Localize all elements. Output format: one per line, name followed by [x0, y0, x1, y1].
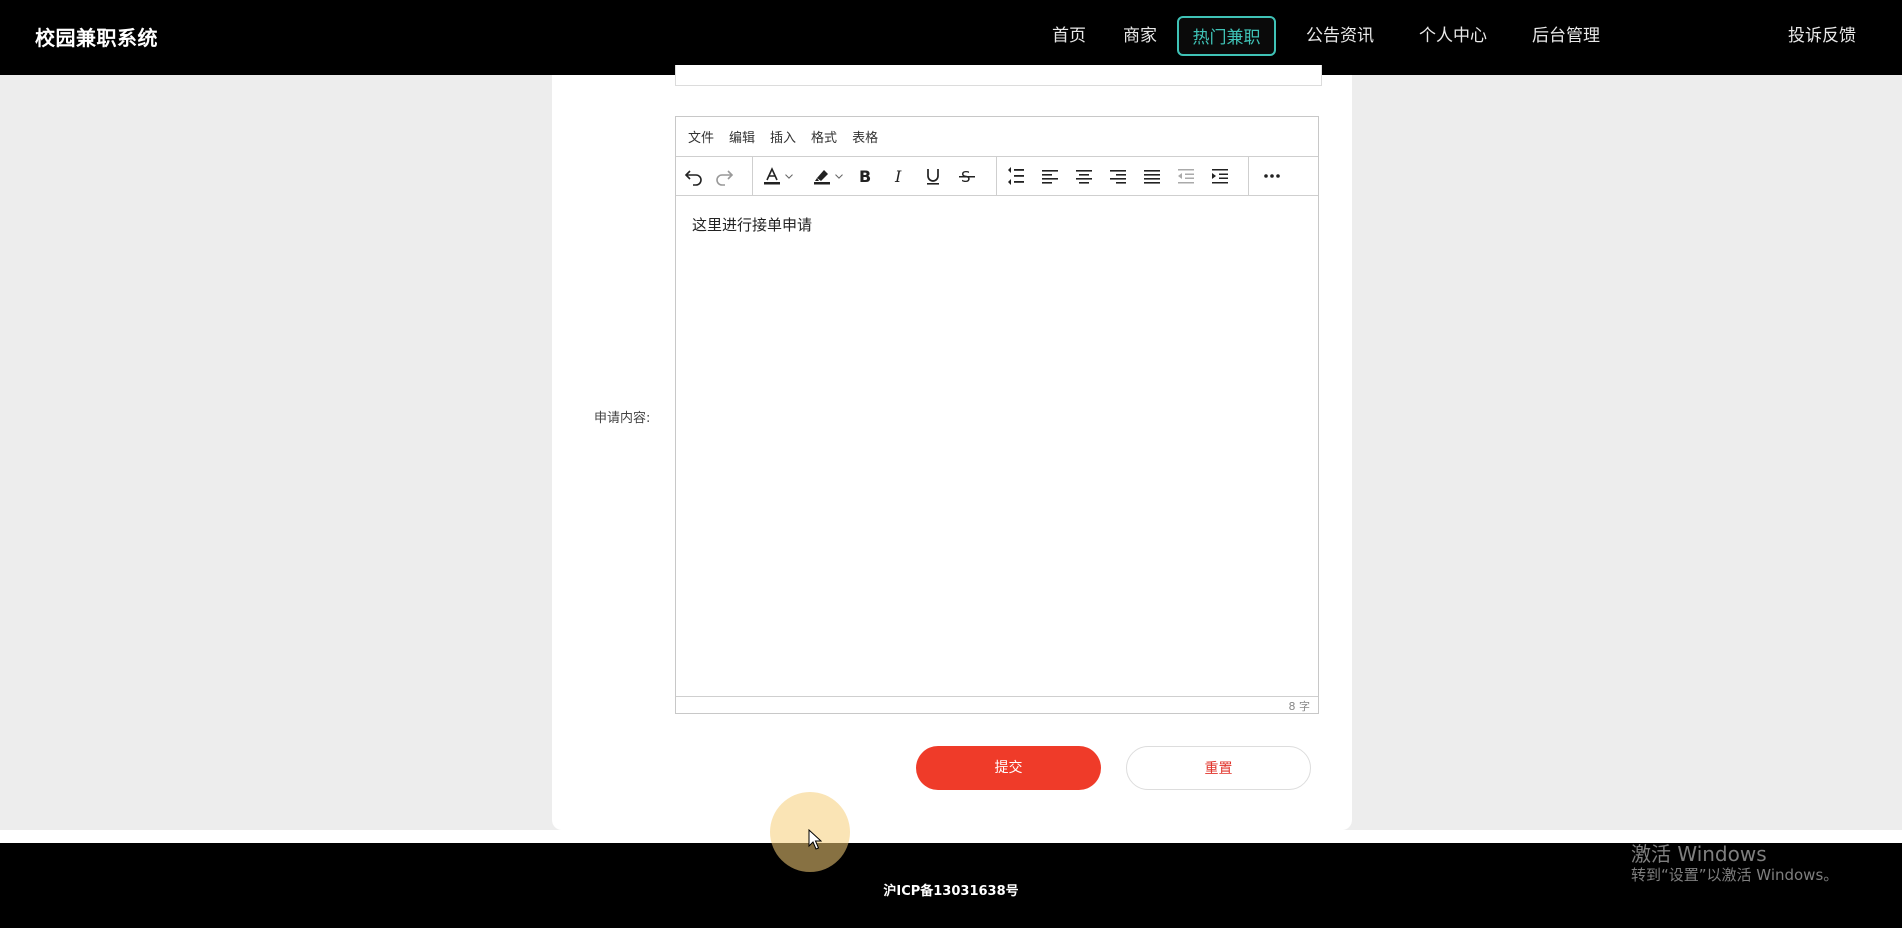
strikethrough-icon[interactable]: S	[953, 162, 981, 190]
toolbar-divider	[1248, 157, 1249, 195]
svg-text:B: B	[859, 167, 871, 186]
align-right-icon[interactable]	[1104, 162, 1132, 190]
editor-content-text[interactable]: 这里进行接单申请	[692, 214, 812, 235]
editor-menubar: 文件 编辑 插入 格式 表格	[676, 117, 1318, 157]
outdent-icon[interactable]	[1172, 162, 1200, 190]
footer-spacer	[0, 830, 1902, 843]
toolbar-divider	[752, 157, 753, 195]
redo-icon[interactable]	[710, 162, 738, 190]
activation-watermark-hint: 转到“设置”以激活 Windows。	[1631, 866, 1839, 884]
nav-admin[interactable]: 后台管理	[1526, 16, 1606, 56]
menu-file[interactable]: 文件	[688, 127, 714, 146]
align-center-icon[interactable]	[1070, 162, 1098, 190]
nav-feedback[interactable]: 投诉反馈	[1782, 16, 1862, 56]
word-count: 8 字	[1288, 700, 1311, 713]
nav-merchants[interactable]: 商家	[1115, 16, 1165, 56]
italic-icon[interactable]: I	[885, 162, 913, 190]
site-title: 校园兼职系统	[35, 26, 158, 50]
editor-toolbar: B I S	[676, 157, 1318, 196]
rich-text-editor: 文件 编辑 插入 格式 表格 B I S 这里进行接单申请 8 字	[675, 116, 1319, 714]
reset-button[interactable]: 重置	[1126, 746, 1311, 790]
toolbar-divider	[996, 157, 997, 195]
underline-icon[interactable]	[919, 162, 947, 190]
nav-personal-center[interactable]: 个人中心	[1413, 16, 1493, 56]
menu-edit[interactable]: 编辑	[729, 127, 755, 146]
svg-text:I: I	[894, 167, 902, 186]
nav-hot-jobs[interactable]: 热门兼职	[1177, 16, 1276, 56]
menu-format[interactable]: 格式	[811, 127, 837, 146]
content-label: 申请内容:	[594, 411, 651, 426]
menu-insert[interactable]: 插入	[770, 127, 796, 146]
align-left-icon[interactable]	[1036, 162, 1064, 190]
mouse-pointer-icon	[808, 829, 822, 850]
align-justify-icon[interactable]	[1138, 162, 1166, 190]
text-color-dropdown-icon[interactable]	[782, 162, 796, 190]
highlight-dropdown-icon[interactable]	[832, 162, 846, 190]
footer: 沪ICP备13031638号	[0, 843, 1902, 928]
previous-field-bottom[interactable]	[675, 65, 1322, 86]
line-height-icon[interactable]	[1002, 162, 1030, 190]
indent-icon[interactable]	[1206, 162, 1234, 190]
submit-button[interactable]: 提交	[916, 746, 1101, 790]
menu-table[interactable]: 表格	[852, 127, 878, 146]
more-icon[interactable]	[1258, 162, 1286, 190]
activation-watermark-title: 激活 Windows	[1631, 842, 1767, 866]
top-navbar: 校园兼职系统 首页 商家 热门兼职 公告资讯 个人中心 后台管理 投诉反馈	[0, 0, 1902, 75]
nav-announcements[interactable]: 公告资讯	[1300, 16, 1380, 56]
icp-record[interactable]: 沪ICP备13031638号	[0, 880, 1902, 899]
editor-content-area[interactable]: 这里进行接单申请	[676, 196, 1318, 697]
undo-icon[interactable]	[680, 162, 708, 190]
bold-icon[interactable]: B	[851, 162, 879, 190]
nav-home[interactable]: 首页	[1044, 16, 1094, 56]
editor-statusbar: 8 字	[676, 696, 1318, 713]
